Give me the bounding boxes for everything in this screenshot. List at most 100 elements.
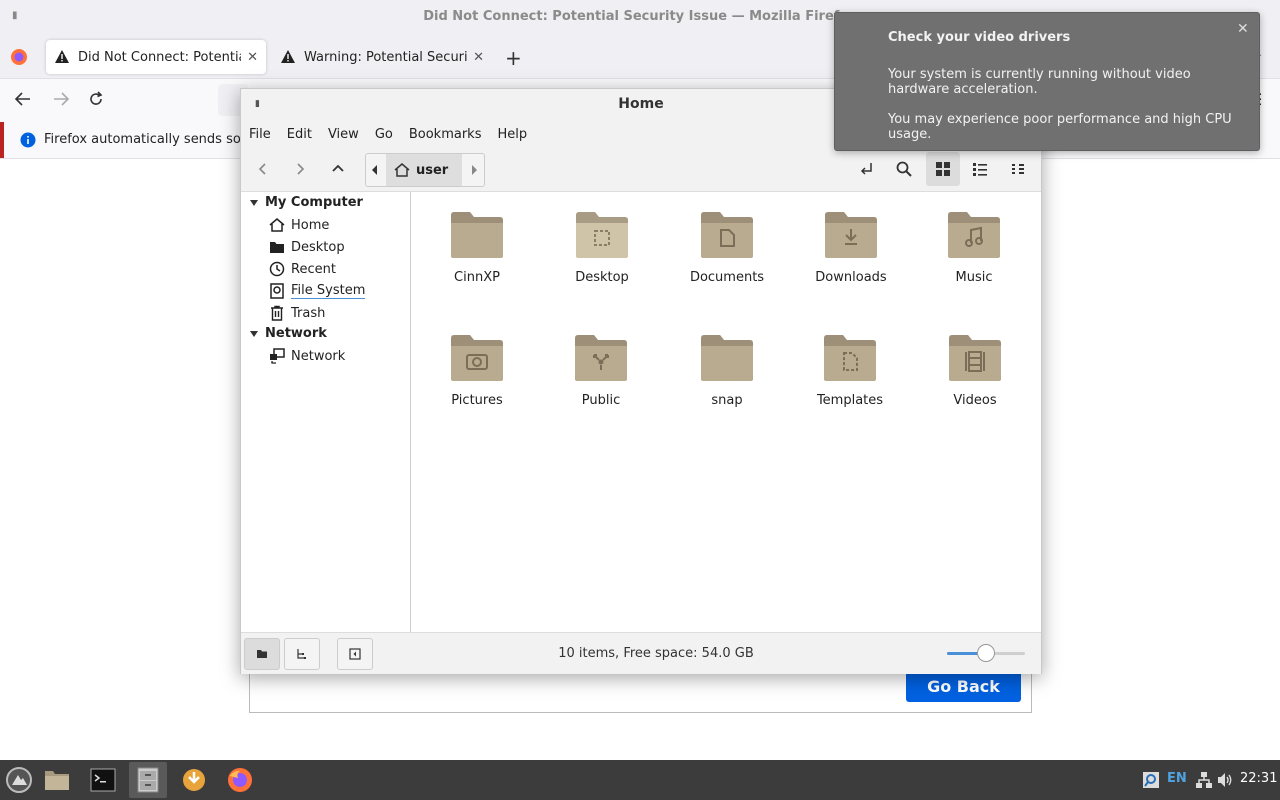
sidebar-item-network[interactable]: Network bbox=[269, 345, 345, 367]
file-item-downloads[interactable]: Downloads bbox=[791, 210, 911, 320]
recent-clock-icon bbox=[269, 261, 285, 277]
toggle-location-button[interactable] bbox=[851, 154, 881, 184]
folder-small-icon bbox=[257, 650, 267, 658]
start-menu-icon bbox=[6, 767, 32, 793]
taskbar-terminal-launcher[interactable] bbox=[84, 762, 122, 798]
breadcrumb-user[interactable]: user bbox=[386, 154, 462, 186]
keyboard-layout-indicator[interactable]: EN bbox=[1167, 771, 1187, 786]
home-icon bbox=[394, 163, 410, 177]
show-places-button[interactable] bbox=[244, 638, 280, 670]
status-bar: 10 items, Free space: 54.0 GB bbox=[241, 632, 1041, 674]
notification-title: Check your video drivers bbox=[888, 30, 1071, 45]
chevron-right-icon bbox=[297, 163, 305, 175]
file-item-label: snap bbox=[711, 393, 743, 408]
taskbar: EN 22:31 bbox=[0, 760, 1280, 800]
folder-icon bbox=[451, 212, 503, 258]
show-tree-button[interactable] bbox=[284, 638, 320, 670]
menu-file[interactable]: File bbox=[241, 127, 279, 142]
drive-icon bbox=[270, 283, 284, 299]
crumb-left-arrow-icon[interactable] bbox=[371, 164, 379, 176]
close-tab-icon[interactable]: ✕ bbox=[247, 50, 258, 65]
zoom-slider[interactable] bbox=[947, 644, 1025, 662]
sidebar-item-label: Network bbox=[291, 348, 346, 364]
menu-go[interactable]: Go bbox=[367, 127, 401, 142]
list-view-button[interactable] bbox=[965, 154, 995, 184]
search-button[interactable] bbox=[889, 154, 919, 184]
close-icon[interactable]: ✕ bbox=[1237, 21, 1253, 37]
go-back-button[interactable]: Go Back bbox=[906, 670, 1021, 702]
clock[interactable]: 22:31 bbox=[1240, 771, 1277, 786]
info-icon bbox=[20, 132, 36, 148]
file-item-documents[interactable]: Documents bbox=[667, 210, 787, 320]
folder-music-icon bbox=[948, 212, 1000, 258]
volume-icon[interactable] bbox=[1216, 771, 1234, 789]
taskbar-update-manager[interactable] bbox=[175, 762, 213, 798]
tab-warning-security-risk[interactable]: Warning: Potential Security Risk Ahead ✕ bbox=[272, 40, 492, 74]
tray-search-icon[interactable] bbox=[1142, 771, 1160, 789]
close-tab-icon[interactable]: ✕ bbox=[473, 50, 484, 65]
taskbar-file-manager-window[interactable] bbox=[129, 762, 167, 798]
folder-icon bbox=[701, 335, 753, 381]
forward-arrow-icon[interactable] bbox=[52, 90, 70, 108]
file-item-label: Pictures bbox=[451, 393, 503, 408]
sidebar: My Computer Home Desktop Recent File Sys… bbox=[241, 192, 411, 632]
file-item-label: Documents bbox=[689, 270, 765, 285]
back-arrow-icon[interactable] bbox=[14, 90, 32, 108]
search-icon bbox=[896, 161, 912, 177]
sidebar-item-recent[interactable]: Recent bbox=[269, 258, 336, 280]
file-item-label: Desktop bbox=[575, 270, 629, 285]
breadcrumb-label: user bbox=[416, 162, 449, 178]
taskbar-files-launcher[interactable] bbox=[38, 762, 76, 798]
up-button[interactable] bbox=[323, 154, 353, 184]
crumb-right-arrow-icon[interactable] bbox=[470, 164, 478, 176]
file-item-videos[interactable]: Videos bbox=[915, 333, 1035, 443]
file-item-music[interactable]: Music bbox=[914, 210, 1034, 320]
trash-icon bbox=[271, 305, 283, 321]
menu-edit[interactable]: Edit bbox=[279, 127, 320, 142]
firefox-logo-icon[interactable] bbox=[10, 48, 28, 66]
menu-help[interactable]: Help bbox=[489, 127, 535, 142]
tab-label: Warning: Potential Security Risk Ahead bbox=[304, 49, 468, 65]
tab-did-not-connect[interactable]: Did Not Connect: Potential Security Issu… bbox=[46, 40, 266, 74]
start-menu-button[interactable] bbox=[0, 762, 38, 798]
sidebar-item-file-system[interactable]: File System bbox=[269, 280, 366, 302]
window-menu-icon[interactable]: ▮ bbox=[12, 10, 22, 24]
folder-desktop-icon bbox=[576, 212, 628, 258]
hide-sidebar-button[interactable] bbox=[337, 638, 373, 670]
sidebar-item-trash[interactable]: Trash bbox=[269, 302, 325, 324]
sidebar-section-my-computer[interactable]: My Computer bbox=[249, 195, 363, 210]
back-button[interactable] bbox=[248, 154, 278, 184]
zoom-slider-handle[interactable] bbox=[977, 644, 995, 662]
notification-popup[interactable]: Check your video drivers Your system is … bbox=[834, 12, 1260, 151]
file-item-label: Videos bbox=[953, 393, 997, 408]
firefox-icon bbox=[228, 768, 252, 792]
menu-bookmarks[interactable]: Bookmarks bbox=[401, 127, 490, 142]
tab-label: Did Not Connect: Potential Security Issu… bbox=[78, 49, 241, 65]
sidebar-item-desktop[interactable]: Desktop bbox=[269, 236, 345, 258]
sidebar-section-network[interactable]: Network bbox=[249, 326, 327, 341]
icon-view-button[interactable] bbox=[926, 152, 960, 186]
info-message: Firefox automatically sends some bbox=[44, 132, 262, 147]
toolbar: user bbox=[241, 147, 1041, 192]
folder-downloads-icon bbox=[825, 212, 877, 258]
warning-icon bbox=[281, 50, 295, 63]
list-view-icon bbox=[973, 163, 987, 176]
file-item-snap[interactable]: snap bbox=[667, 333, 787, 443]
notification-message: Your system is currently running without… bbox=[888, 67, 1191, 97]
menu-view[interactable]: View bbox=[320, 127, 367, 142]
taskbar-firefox-window[interactable] bbox=[221, 762, 259, 798]
file-item-pictures[interactable]: Pictures bbox=[417, 333, 537, 443]
folder-templates-icon bbox=[824, 335, 876, 381]
network-tray-icon[interactable] bbox=[1195, 771, 1213, 789]
sidebar-item-home[interactable]: Home bbox=[269, 214, 329, 236]
reload-icon[interactable] bbox=[87, 90, 105, 108]
file-item-public[interactable]: Public bbox=[541, 333, 661, 443]
file-item-templates[interactable]: Templates bbox=[790, 333, 910, 443]
compact-view-button[interactable] bbox=[1003, 154, 1033, 184]
file-item-cinnxp[interactable]: CinnXP bbox=[417, 210, 537, 320]
file-item-desktop[interactable]: Desktop bbox=[542, 210, 662, 320]
new-tab-icon[interactable]: + bbox=[505, 46, 522, 70]
forward-button[interactable] bbox=[285, 154, 315, 184]
sidebar-item-label: Recent bbox=[291, 261, 336, 277]
file-item-label: Downloads bbox=[815, 270, 887, 285]
